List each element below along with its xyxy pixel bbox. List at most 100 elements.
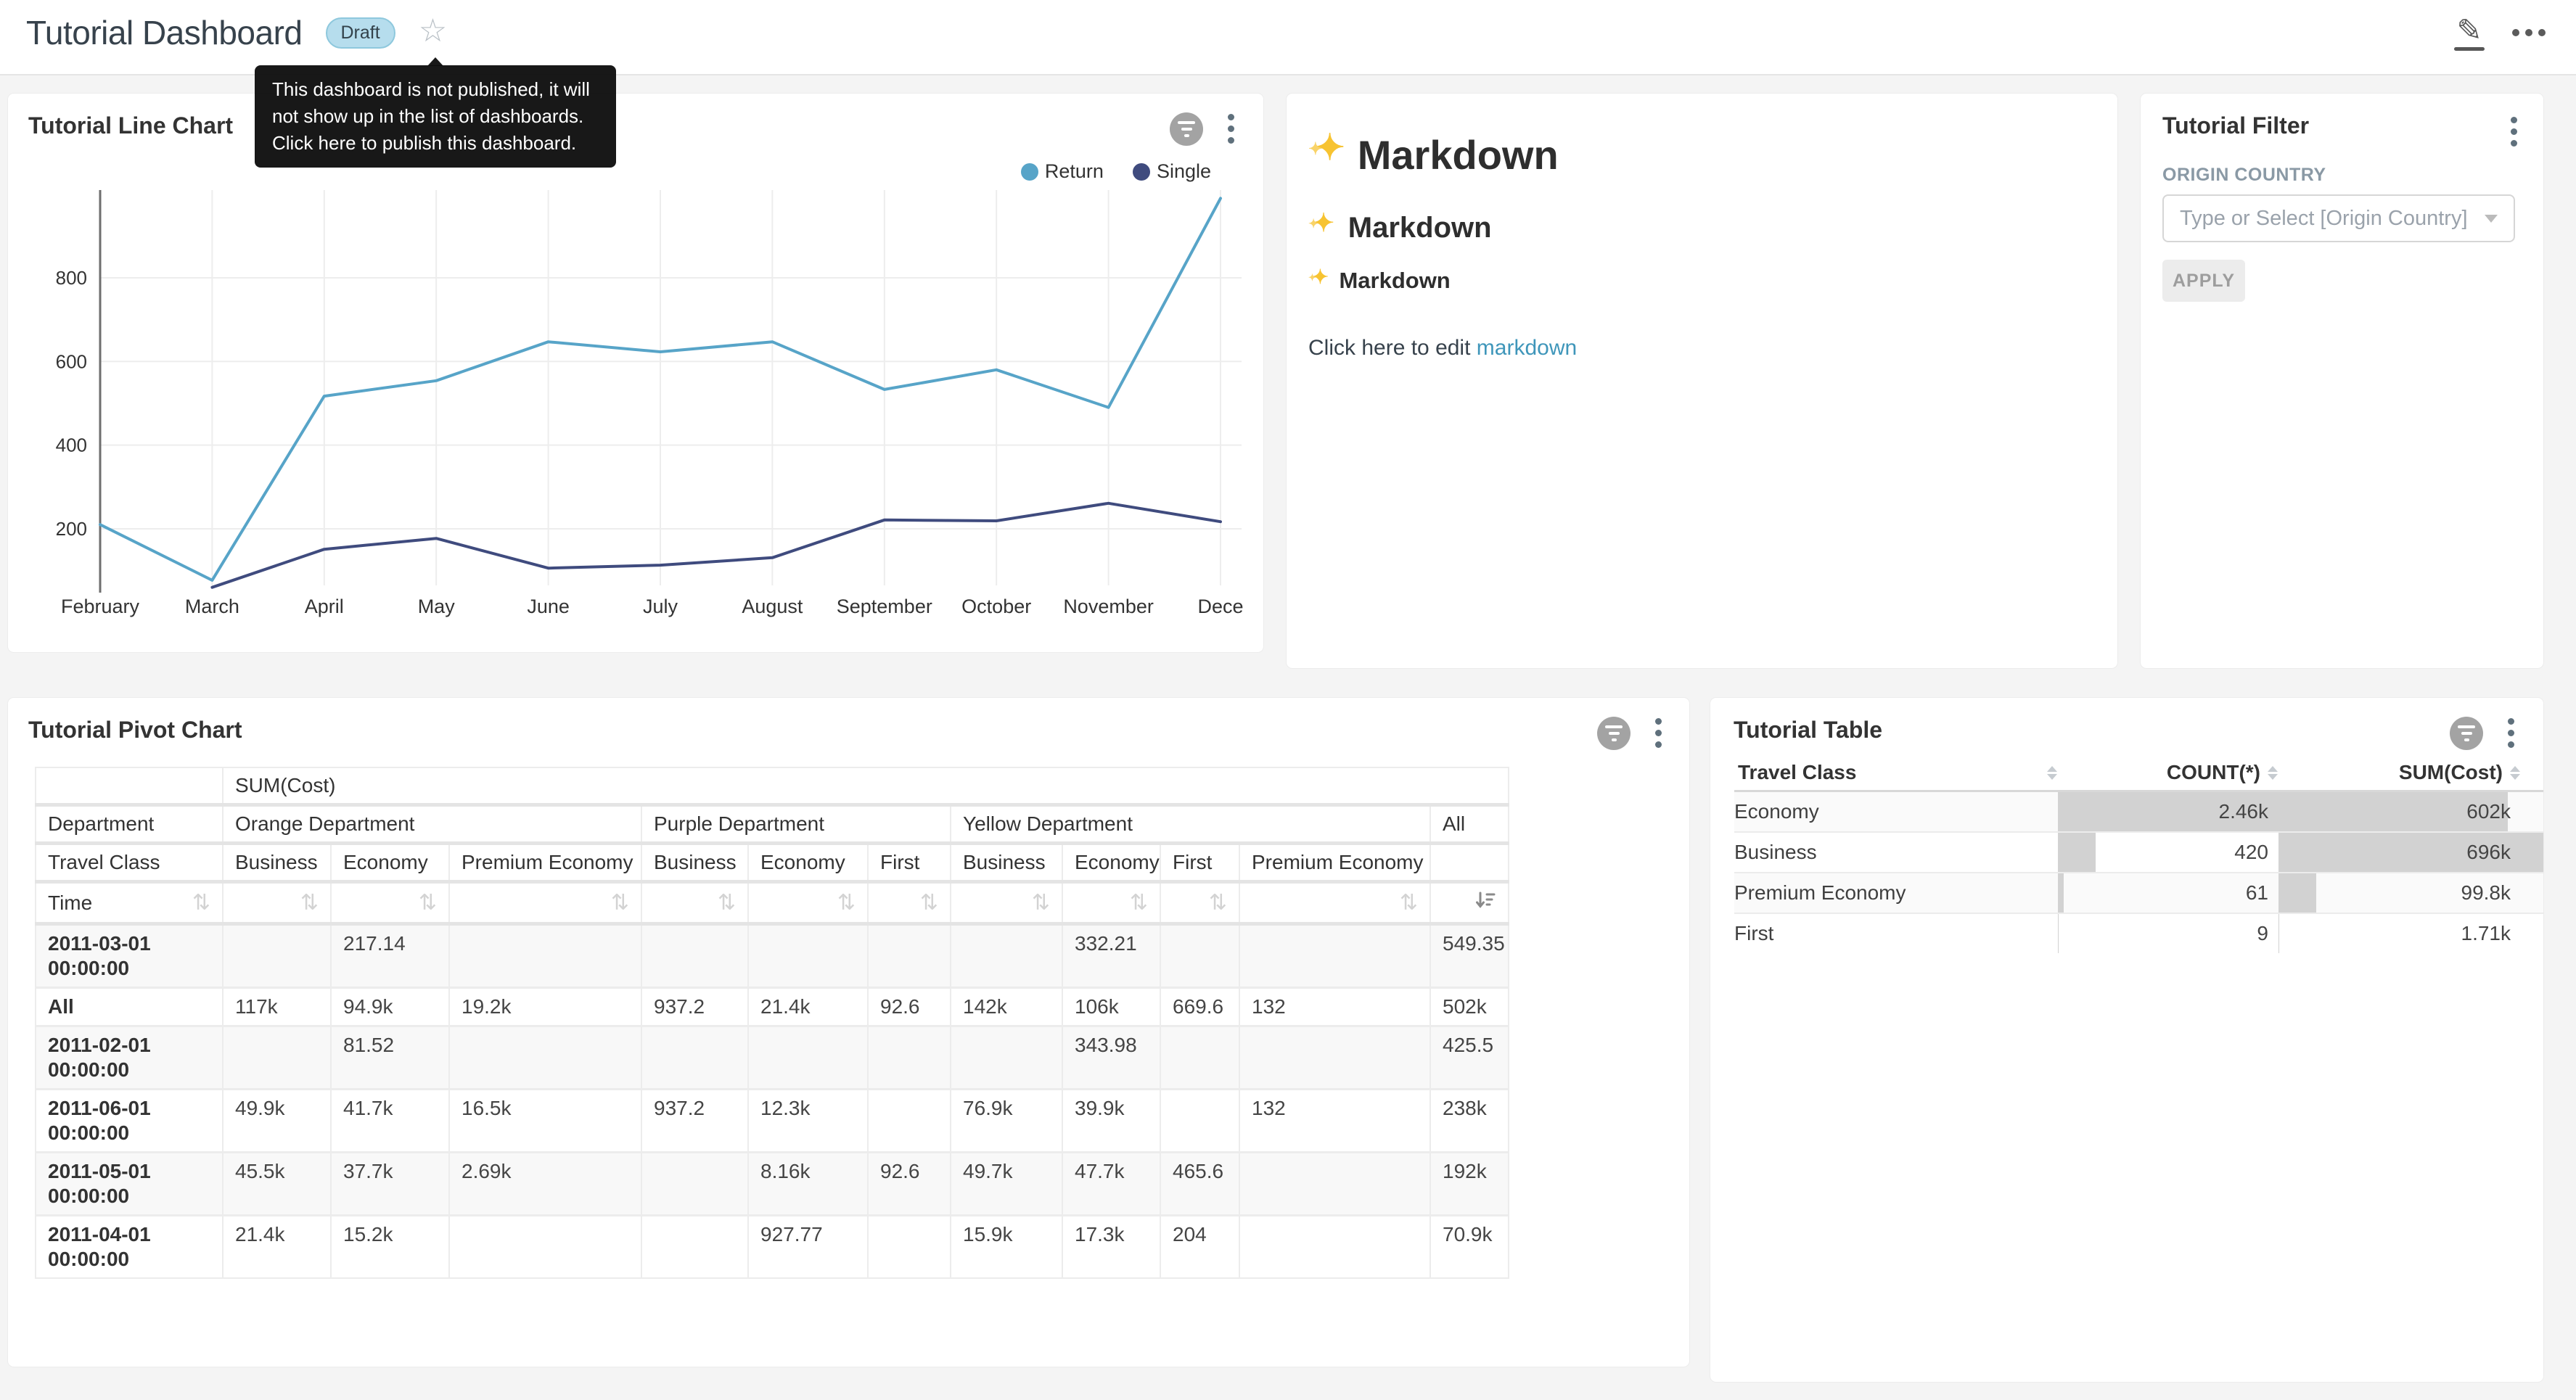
markdown-edit-link[interactable]: markdown xyxy=(1477,336,1577,360)
pivot-sort-cell: ⇅ xyxy=(1239,882,1430,924)
pivot-time-header: Time⇅ xyxy=(36,882,223,924)
table-row[interactable]: Economy2.46k602k xyxy=(1734,791,2543,833)
sort-icon[interactable]: ⇅ xyxy=(1209,890,1227,915)
pivot-value-cell: 21.4k xyxy=(223,1216,331,1279)
count-cell: 420 xyxy=(2058,832,2278,873)
x-tick-label: April xyxy=(305,596,344,617)
pivot-sort-cell: ⇅ xyxy=(748,882,868,924)
sort-icon[interactable]: ⇅ xyxy=(718,890,736,915)
pivot-class-header: Travel Class xyxy=(36,844,223,882)
filter-indicator-icon[interactable] xyxy=(2450,717,2483,750)
table-row[interactable]: First91.71k xyxy=(1734,913,2543,953)
pencil-icon: ✎ xyxy=(2456,15,2482,46)
pivot-value-cell xyxy=(1160,1026,1239,1090)
pivot-value-cell xyxy=(641,1026,748,1090)
pivot-value-cell xyxy=(951,924,1062,988)
pivot-value-cell xyxy=(868,1090,951,1153)
x-tick-label: June xyxy=(527,596,570,617)
pivot-class-cell: Business xyxy=(223,844,331,882)
column-header-travel-class[interactable]: Travel Class xyxy=(1734,755,2058,791)
pivot-value-cell xyxy=(748,1026,868,1090)
tooltip-line: not show up in the list of dashboards. xyxy=(272,103,599,130)
kebab-menu-icon[interactable] xyxy=(1223,111,1239,147)
origin-country-select[interactable]: Type or Select [Origin Country] xyxy=(2162,194,2515,242)
favorite-star-icon[interactable]: ☆ xyxy=(419,15,447,47)
pivot-value-cell: 343.98 xyxy=(1062,1026,1160,1090)
kebab-menu-icon[interactable] xyxy=(2503,715,2519,751)
pivot-value-cell: 117k xyxy=(223,988,331,1026)
pivot-value-cell: 927.77 xyxy=(748,1216,868,1279)
filter-field-label: ORIGIN COUNTRY xyxy=(2162,165,2326,186)
pivot-sort-cell: ⇅ xyxy=(1062,882,1160,924)
pivot-value-cell xyxy=(641,1153,748,1216)
table-row[interactable]: Premium Economy6199.8k xyxy=(1734,873,2543,913)
sort-icon[interactable]: ⇅ xyxy=(1400,890,1418,915)
pivot-value-cell: 76.9k xyxy=(951,1090,1062,1153)
table-row[interactable]: Business420696k xyxy=(1734,832,2543,873)
pivot-corner-cell xyxy=(36,767,223,805)
dashboard-header: Tutorial Dashboard Draft ☆ ✎ xyxy=(0,0,2576,75)
pivot-value-cell xyxy=(223,1026,331,1090)
apply-button[interactable]: APPLY xyxy=(2162,260,2245,302)
x-tick-label: August xyxy=(742,596,803,617)
pivot-table: SUM(Cost)DepartmentOrange DepartmentPurp… xyxy=(35,767,1509,1279)
sort-icon[interactable]: ⇅ xyxy=(192,890,210,915)
pivot-value-cell xyxy=(449,1026,641,1090)
sparkles-icon: ✦✦ xyxy=(1308,270,1334,292)
pivot-value-cell: 12.3k xyxy=(748,1090,868,1153)
pivot-class-cell: Economy xyxy=(1062,844,1160,882)
pivot-row-label: 2011-04-0100:00:00 xyxy=(36,1216,223,1279)
travel-class-cell: Premium Economy xyxy=(1734,873,2058,913)
markdown-h1: ✦✦Markdown xyxy=(1308,131,2117,178)
pivot-value-cell: 132 xyxy=(1239,1090,1430,1153)
sort-carets-icon xyxy=(2510,766,2520,780)
pivot-value-cell: 15.2k xyxy=(331,1216,449,1279)
pivot-sort-cell: ⇅ xyxy=(331,882,449,924)
filter-indicator-icon[interactable] xyxy=(1170,112,1203,146)
sort-icon[interactable]: ⇅ xyxy=(1130,890,1148,915)
sort-icon[interactable]: ⇅ xyxy=(837,890,856,915)
filter-indicator-icon[interactable] xyxy=(1597,717,1630,750)
pivot-value-cell xyxy=(449,1216,641,1279)
pivot-value-cell xyxy=(1239,924,1430,988)
sort-carets-icon xyxy=(2268,766,2278,780)
pivot-value-cell: 47.7k xyxy=(1062,1153,1160,1216)
pivot-value-cell xyxy=(641,924,748,988)
panel-title: Tutorial Filter xyxy=(2162,112,2309,139)
pivot-value-cell xyxy=(1160,924,1239,988)
series-line-single xyxy=(212,503,1221,588)
pivot-value-cell: 465.6 xyxy=(1160,1153,1239,1216)
pivot-value-cell: 106k xyxy=(1062,988,1160,1026)
pivot-class-cell: Business xyxy=(951,844,1062,882)
markdown-h2: ✦✦Markdown xyxy=(1308,212,2117,244)
sort-icon[interactable]: ⇅ xyxy=(920,890,938,915)
more-options-button[interactable] xyxy=(2512,29,2546,36)
pivot-class-cell xyxy=(1430,844,1509,882)
pivot-sort-cell xyxy=(1430,882,1509,924)
sparkles-icon: ✦✦ xyxy=(1308,135,1355,176)
pivot-value-cell: 217.14 xyxy=(331,924,449,988)
x-tick-label: September xyxy=(837,596,932,617)
kebab-menu-icon[interactable] xyxy=(2506,114,2522,149)
column-header-count[interactable]: COUNT(*) xyxy=(2058,755,2278,791)
sort-desc-active-icon[interactable] xyxy=(1474,889,1496,911)
pivot-value-cell: 549.35 xyxy=(1430,924,1509,988)
sort-icon[interactable]: ⇅ xyxy=(300,890,319,915)
sort-icon[interactable]: ⇅ xyxy=(1032,890,1050,915)
pivot-sort-cell: ⇅ xyxy=(449,882,641,924)
status-badge[interactable]: Draft xyxy=(326,17,395,49)
pivot-row-label: 2011-02-0100:00:00 xyxy=(36,1026,223,1090)
draft-tooltip[interactable]: This dashboard is not published, it will… xyxy=(255,65,616,168)
table-panel: Tutorial Table Travel Class COUNT(*) SUM… xyxy=(1710,698,2543,1382)
column-header-sum-cost[interactable]: SUM(Cost) xyxy=(2278,755,2543,791)
kebab-menu-icon[interactable] xyxy=(1651,715,1666,751)
x-tick-label: Dece xyxy=(1197,596,1243,617)
markdown-h3: ✦✦Markdown xyxy=(1308,268,2117,294)
edit-dashboard-button[interactable]: ✎ xyxy=(2454,15,2485,51)
data-table: Travel Class COUNT(*) SUM(Cost) Economy2… xyxy=(1734,755,2543,953)
markdown-panel[interactable]: ✦✦Markdown ✦✦Markdown ✦✦Markdown Click h… xyxy=(1287,94,2117,668)
pivot-value-cell: 669.6 xyxy=(1160,988,1239,1026)
sort-icon[interactable]: ⇅ xyxy=(419,890,437,915)
y-tick-label: 200 xyxy=(56,518,87,540)
sort-icon[interactable]: ⇅ xyxy=(611,890,629,915)
